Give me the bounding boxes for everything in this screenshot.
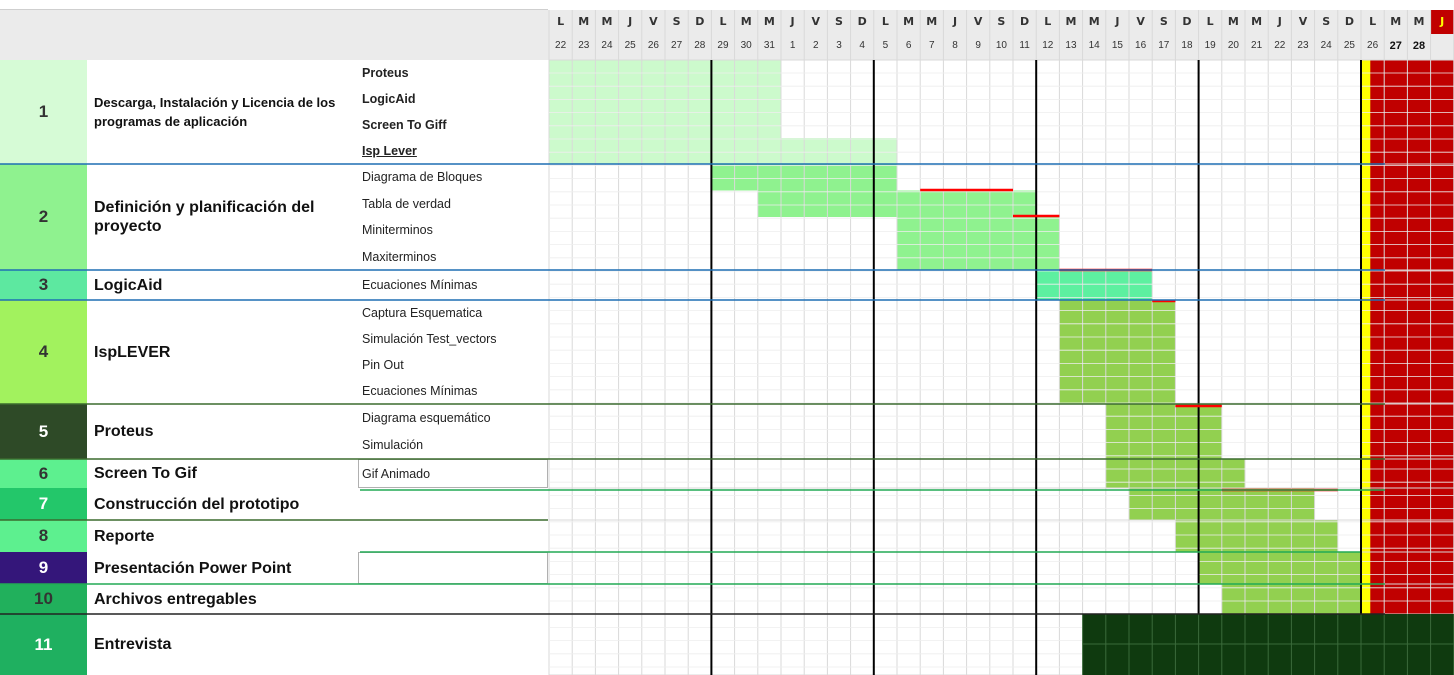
deadline-band bbox=[1384, 60, 1406, 615]
gantt-bar bbox=[1198, 552, 1361, 584]
gantt-bar bbox=[1036, 217, 1060, 270]
gantt-bar bbox=[781, 138, 897, 164]
gantt-bar bbox=[1105, 404, 1222, 459]
gantt-bar bbox=[1036, 270, 1153, 300]
gantt-bar bbox=[1175, 520, 1338, 552]
gantt-chart bbox=[0, 10, 1454, 675]
gantt-sheet: 1 Descarga, Instalación y Licencia de los… bbox=[0, 0, 1454, 675]
deadline-column bbox=[1370, 60, 1454, 615]
gantt-bar bbox=[1059, 300, 1176, 404]
